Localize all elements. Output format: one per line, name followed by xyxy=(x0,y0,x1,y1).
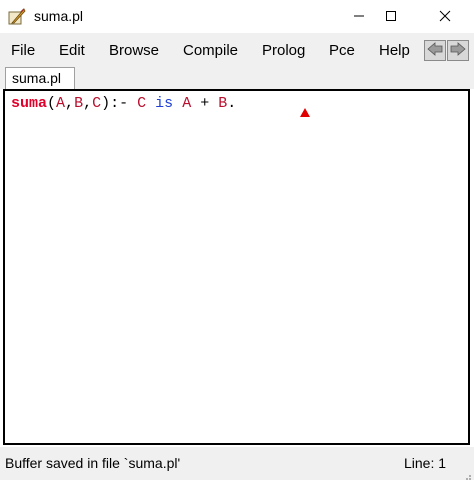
code-token: is xyxy=(155,95,174,112)
code-token: B xyxy=(218,95,228,112)
code-token: + xyxy=(191,95,219,112)
maximize-button[interactable] xyxy=(368,0,414,33)
menu-prolog[interactable]: Prolog xyxy=(262,42,305,59)
maximize-icon xyxy=(385,9,397,25)
nav-back-button[interactable] xyxy=(424,40,446,61)
tab-suma-pl[interactable]: suma.pl xyxy=(5,67,75,90)
code-token: suma xyxy=(11,95,48,112)
code-token: , xyxy=(65,95,75,112)
menu-edit[interactable]: Edit xyxy=(59,42,85,59)
code-token: A xyxy=(56,95,66,112)
status-bar: Buffer saved in file `suma.pl' Line: 1 xyxy=(0,447,474,480)
close-icon xyxy=(439,9,451,25)
menu-help[interactable]: Help xyxy=(379,42,410,59)
close-button[interactable] xyxy=(422,0,468,33)
line-indicator: Line: 1 xyxy=(404,455,447,471)
nav-forward-button[interactable] xyxy=(447,40,469,61)
code-token: . xyxy=(227,95,237,112)
code-token: , xyxy=(83,95,93,112)
menu-browse[interactable]: Browse xyxy=(109,42,159,59)
menu-file[interactable]: File xyxy=(11,42,35,59)
code-token: B xyxy=(74,95,84,112)
feather-quill-icon[interactable] xyxy=(7,7,27,27)
status-message: Buffer saved in file `suma.pl' xyxy=(5,455,181,471)
code-token: C xyxy=(137,95,147,112)
title-bar: suma.pl xyxy=(0,0,474,33)
code-editor[interactable]: suma(A,B,C):- C is A + B. xyxy=(3,89,470,445)
menu-bar: File Edit Browse Compile Prolog Pce Help xyxy=(0,33,474,67)
minimize-icon xyxy=(353,9,365,25)
menu-pce[interactable]: Pce xyxy=(329,42,355,59)
arrow-left-icon xyxy=(427,42,443,59)
error-marker-icon xyxy=(300,108,310,117)
resize-grip-icon[interactable] xyxy=(462,468,472,480)
code-token: A xyxy=(182,95,192,112)
code-line: suma(A,B,C):- C is A + B. xyxy=(11,95,236,113)
code-token: ):- xyxy=(101,95,138,112)
code-token: ( xyxy=(47,95,57,112)
arrow-right-icon xyxy=(450,42,466,59)
menu-compile[interactable]: Compile xyxy=(183,42,238,59)
window-title: suma.pl xyxy=(34,8,84,24)
code-token: C xyxy=(92,95,102,112)
